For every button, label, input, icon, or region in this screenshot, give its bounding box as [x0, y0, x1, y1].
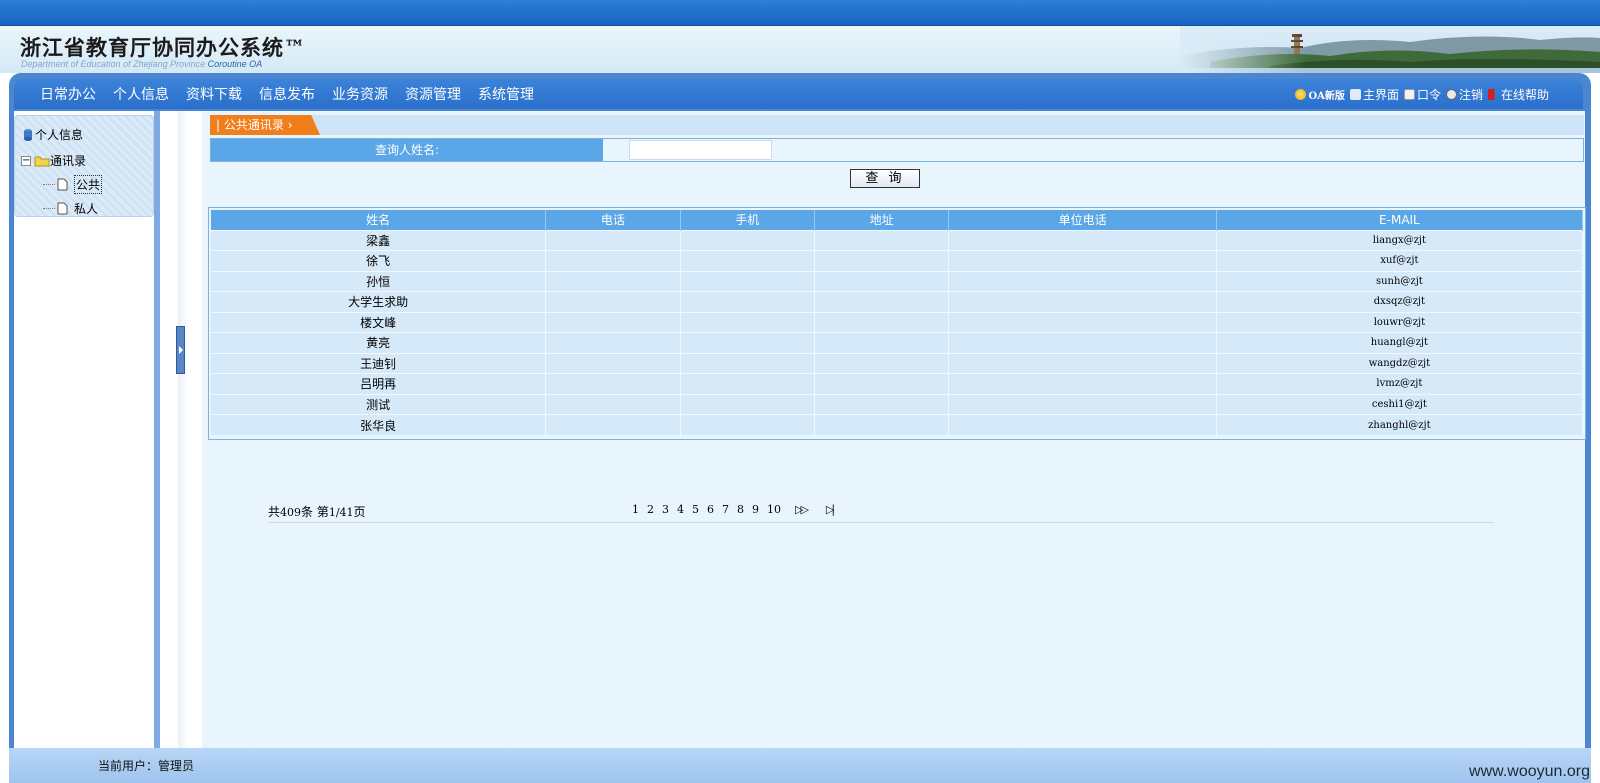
page-link[interactable]: 3	[662, 503, 669, 516]
tab-bar: | 公共通讯录 ›	[210, 115, 1584, 135]
page-link[interactable]: 7	[722, 503, 729, 516]
status-bar: 当前用户：管理员	[9, 748, 1591, 783]
system-title: 浙江省教育厅协同办公系统™	[20, 35, 306, 60]
col-office-phone: 单位电话	[948, 210, 1217, 230]
tab-public-contacts[interactable]: | 公共通讯录 ›	[210, 115, 320, 135]
page-link[interactable]: 5	[692, 503, 699, 516]
last-page-icon[interactable]: ▷|	[826, 503, 835, 516]
help-link[interactable]: 在线帮助	[1487, 86, 1549, 103]
document-icon	[57, 178, 68, 191]
tree-line	[43, 184, 55, 185]
tree-root[interactable]: 个人信息	[21, 126, 83, 143]
menu-system-management[interactable]: 系统管理	[478, 84, 534, 104]
menu-personal-info[interactable]: 个人信息	[113, 84, 169, 104]
name-search-input[interactable]	[629, 140, 772, 160]
password-link[interactable]: 口令	[1403, 86, 1441, 103]
power-icon	[1445, 88, 1457, 100]
page-link[interactable]: 2	[647, 503, 654, 516]
lake-scenery-image	[1180, 26, 1600, 73]
splitter-bar	[178, 111, 188, 748]
table-header-row: 姓名 电话 手机 地址 单位电话 E-MAIL	[211, 210, 1584, 230]
menu-info-publish[interactable]: 信息发布	[259, 84, 315, 104]
logout-link[interactable]: 注销	[1445, 86, 1483, 103]
query-button[interactable]: 查 询	[850, 169, 920, 188]
pagination: 共409条 第1/41页 1 2 3 4 5 6 7 8 9 10 ▷▷ ▷|	[268, 503, 1494, 523]
home-icon	[1349, 88, 1361, 100]
page-link[interactable]: 10	[767, 503, 781, 516]
page-link[interactable]: 4	[677, 503, 684, 516]
table-row[interactable]: 楼文峰 louwr@zjt	[211, 311, 1584, 333]
table-row[interactable]: 徐飞 xuf@zjt	[211, 250, 1584, 271]
col-mobile: 手机	[680, 210, 815, 230]
user-database-icon	[24, 128, 32, 141]
key-icon	[1403, 88, 1415, 100]
tree-line	[43, 208, 55, 209]
table-row[interactable]: 吕明再 lvmz@zjt	[211, 373, 1584, 394]
table-row[interactable]: 测试 ceshi1@zjt	[211, 393, 1584, 415]
system-subtitle: Department of Education of Zhejiang Prov…	[21, 59, 263, 69]
page-link[interactable]: 8	[737, 503, 744, 516]
oa-new-link[interactable]: OA新版	[1295, 87, 1345, 102]
home-link[interactable]: 主界面	[1349, 86, 1399, 103]
left-tree-panel: 个人信息 − 通讯录 公共 私人	[14, 111, 160, 748]
main-menu: 日常办公 个人信息 资料下载 信息发布 业务资源 资源管理 系统管理	[40, 79, 551, 109]
document-icon	[57, 202, 68, 215]
search-label: 查询人姓名:	[211, 139, 603, 161]
tree-folder-contacts[interactable]: − 通讯录	[21, 152, 86, 169]
table-row[interactable]: 张华良 zhanghl@zjt	[211, 414, 1584, 435]
page-links: 1 2 3 4 5 6 7 8 9 10 ▷▷ ▷|	[628, 503, 836, 516]
folder-open-icon	[34, 156, 50, 166]
nav-right-links: OA新版 主界面 口令 注销 在线帮助	[1290, 79, 1549, 109]
page-link[interactable]: 6	[707, 503, 714, 516]
contacts-table: 姓名 电话 手机 地址 单位电话 E-MAIL 梁鑫 liangx@zjt 徐飞 x…	[208, 207, 1586, 440]
header: 浙江省教育厅协同办公系统™ Department of Education of…	[0, 26, 1600, 73]
tree-container: 个人信息 − 通讯录 公共 私人	[14, 115, 154, 217]
table-row[interactable]: 王迪钊 wangdz@zjt	[211, 352, 1584, 374]
table-row[interactable]: 孙恒 sunh@zjt	[211, 270, 1584, 292]
menu-downloads[interactable]: 资料下载	[186, 84, 242, 104]
col-name: 姓名	[211, 210, 547, 230]
collapse-toggle-icon[interactable]: −	[21, 155, 31, 166]
col-email: E-MAIL	[1216, 210, 1584, 230]
table-row[interactable]: 黄亮 huangl@zjt	[211, 332, 1584, 353]
top-strip	[0, 0, 1600, 26]
bulb-icon	[1295, 88, 1307, 100]
col-phone: 电话	[545, 210, 681, 230]
table-row[interactable]: 梁鑫 liangx@zjt	[211, 229, 1584, 251]
sidebar-collapse-handle[interactable]	[176, 326, 185, 374]
menu-business-resources[interactable]: 业务资源	[332, 84, 388, 104]
table-row[interactable]: 大学生求助 dxsqz@zjt	[211, 291, 1584, 312]
col-address: 地址	[814, 210, 950, 230]
page-link[interactable]: 1	[632, 503, 639, 516]
search-row: 查询人姓名:	[210, 138, 1584, 162]
watermark: www.wooyun.org	[1469, 763, 1590, 780]
page-link[interactable]: 9	[752, 503, 759, 516]
main-content: | 公共通讯录 › 查询人姓名: 查 询 姓名 电话 手机 地址 单位电话 E-…	[202, 111, 1586, 748]
flag-icon	[1487, 88, 1499, 100]
tree-item-public[interactable]: 公共	[43, 175, 103, 194]
menu-daily-office[interactable]: 日常办公	[40, 84, 96, 104]
current-user: 当前用户：管理员	[98, 759, 195, 773]
menu-resource-management[interactable]: 资源管理	[405, 84, 461, 104]
pagination-summary: 共409条 第1/41页	[268, 505, 366, 519]
tree-item-private[interactable]: 私人	[43, 200, 98, 217]
next-page-icon[interactable]: ▷▷	[795, 503, 809, 516]
top-navigation: 日常办公 个人信息 资料下载 信息发布 业务资源 资源管理 系统管理 OA新版 …	[14, 79, 1583, 109]
